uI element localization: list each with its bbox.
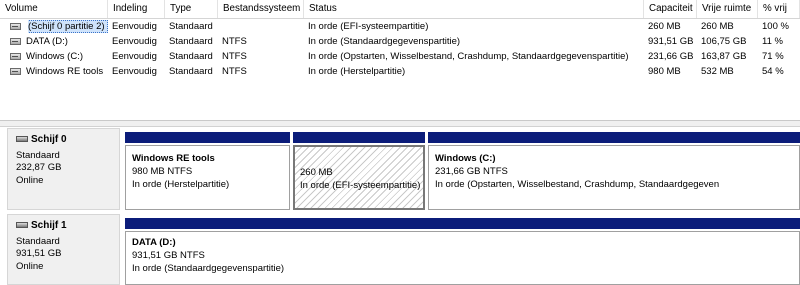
- volume-name: Windows RE tools: [26, 66, 104, 77]
- partition-data-d[interactable]: DATA (D:) 931,51 GB NTFS In orde (Standa…: [125, 231, 800, 285]
- disk-map: Schijf 0 Standaard 232,87 GB Online Wind…: [0, 127, 800, 285]
- volume-row[interactable]: Windows (C:) Eenvoudig Standaard NTFS In…: [0, 50, 800, 63]
- volume-percent-free: 100 %: [762, 21, 789, 32]
- disk-type: Standaard: [16, 236, 60, 247]
- volume-layout: Eenvoudig: [112, 66, 157, 77]
- disk-icon: [16, 222, 28, 228]
- partition-title: Windows (C:): [435, 153, 496, 164]
- partition-size: 260 MB: [300, 167, 333, 178]
- drive-icon: [10, 38, 21, 45]
- disk-1-info[interactable]: Schijf 1 Standaard 931,51 GB Online: [7, 214, 120, 285]
- volume-status: In orde (Opstarten, Wisselbestand, Crash…: [308, 51, 629, 62]
- column-header-volume[interactable]: Volume: [0, 0, 108, 18]
- volume-percent-free: 71 %: [762, 51, 784, 62]
- column-header-percent-free[interactable]: % vrij: [758, 0, 800, 18]
- volume-status: In orde (Standaardgegevenspartitie): [308, 36, 461, 47]
- disk-icon: [16, 136, 28, 142]
- volume-type: Standaard: [169, 51, 213, 62]
- volume-status: In orde (EFI-systeempartitie): [308, 21, 429, 32]
- partition-status: In orde (Opstarten, Wisselbestand, Crash…: [435, 179, 720, 190]
- volume-type: Standaard: [169, 66, 213, 77]
- volume-list[interactable]: Volume Indeling Type Bestandssysteem Sta…: [0, 0, 800, 120]
- disk-state: Online: [16, 261, 44, 272]
- disk-name: Schijf 1: [31, 220, 67, 231]
- volume-name: (Schijf 0 partitie 2): [28, 20, 108, 33]
- volume-type: Standaard: [169, 21, 213, 32]
- partition-header-bar: [125, 132, 290, 143]
- volume-free-space: 106,75 GB: [701, 36, 747, 47]
- volume-layout: Eenvoudig: [112, 36, 157, 47]
- partition-windows-re-tools[interactable]: Windows RE tools 980 MB NTFS In orde (He…: [125, 145, 290, 210]
- volume-list-header: Volume Indeling Type Bestandssysteem Sta…: [0, 0, 800, 19]
- volume-type: Standaard: [169, 36, 213, 47]
- volume-row[interactable]: DATA (D:) Eenvoudig Standaard NTFS In or…: [0, 35, 800, 48]
- partition-header-bar: [293, 132, 425, 143]
- volume-layout: Eenvoudig: [112, 21, 157, 32]
- partition-status: In orde (Standaardgegevenspartitie): [132, 263, 285, 274]
- drive-icon: [10, 53, 21, 60]
- partition-size: 980 MB NTFS: [132, 166, 193, 177]
- volume-layout: Eenvoudig: [112, 51, 157, 62]
- partition-header-bar: [125, 218, 800, 229]
- partition-header-bar: [428, 132, 800, 143]
- volume-status: In orde (Herstelpartitie): [308, 66, 406, 77]
- disk-state: Online: [16, 175, 44, 186]
- partition-status: In orde (Herstelpartitie): [132, 179, 230, 190]
- partition-windows-c[interactable]: Windows (C:) 231,66 GB NTFS In orde (Ops…: [428, 145, 800, 210]
- volume-name: DATA (D:): [26, 36, 68, 47]
- column-header-free-space[interactable]: Vrije ruimte: [697, 0, 758, 18]
- drive-icon: [10, 23, 21, 30]
- disk-0-info[interactable]: Schijf 0 Standaard 232,87 GB Online: [7, 128, 120, 210]
- disk-type: Standaard: [16, 150, 60, 161]
- volume-capacity: 931,51 GB: [648, 36, 694, 47]
- column-header-status[interactable]: Status: [304, 0, 644, 18]
- partition-size: 931,51 GB NTFS: [132, 250, 205, 261]
- volume-row[interactable]: Windows RE tools Eenvoudig Standaard NTF…: [0, 65, 800, 78]
- volume-capacity: 980 MB: [648, 66, 681, 77]
- column-header-capacity[interactable]: Capaciteit: [644, 0, 697, 18]
- volume-percent-free: 11 %: [762, 36, 783, 47]
- volume-free-space: 532 MB: [701, 66, 734, 77]
- drive-icon: [10, 68, 21, 75]
- volume-free-space: 163,87 GB: [701, 51, 747, 62]
- partition-size: 231,66 GB NTFS: [435, 166, 508, 177]
- partition-title: Windows RE tools: [132, 153, 215, 164]
- disk-name: Schijf 0: [31, 134, 67, 145]
- column-header-layout[interactable]: Indeling: [108, 0, 165, 18]
- column-header-type[interactable]: Type: [165, 0, 218, 18]
- pane-splitter[interactable]: [0, 120, 800, 127]
- volume-filesystem: NTFS: [222, 51, 247, 62]
- disk-size: 931,51 GB: [16, 248, 62, 259]
- volume-capacity: 231,66 GB: [648, 51, 694, 62]
- disk-size: 232,87 GB: [16, 162, 62, 173]
- volume-filesystem: NTFS: [222, 66, 247, 77]
- volume-row[interactable]: (Schijf 0 partitie 2) Eenvoudig Standaar…: [0, 20, 800, 33]
- volume-percent-free: 54 %: [762, 66, 784, 77]
- partition-title: DATA (D:): [132, 237, 176, 248]
- volume-capacity: 260 MB: [648, 21, 681, 32]
- volume-filesystem: NTFS: [222, 36, 247, 47]
- partition-status: In orde (EFI-systeempartitie): [300, 180, 421, 191]
- volume-free-space: 260 MB: [701, 21, 734, 32]
- partition-efi-system[interactable]: 260 MB In orde (EFI-systeempartitie): [293, 145, 425, 210]
- volume-name: Windows (C:): [26, 51, 84, 62]
- column-header-filesystem[interactable]: Bestandssysteem: [218, 0, 304, 18]
